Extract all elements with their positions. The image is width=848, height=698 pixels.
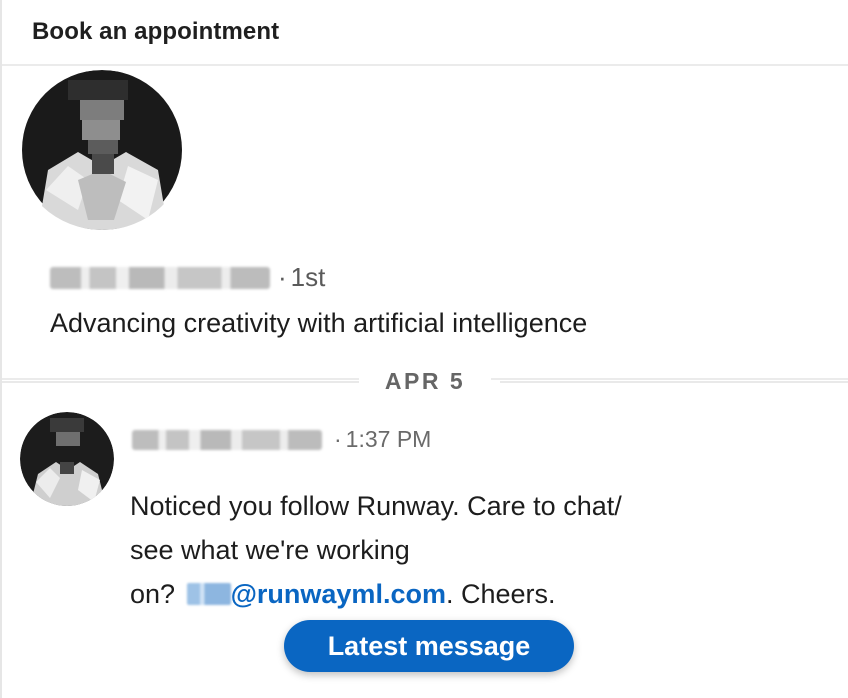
sender-avatar[interactable] — [20, 412, 114, 506]
divider-line-left — [2, 381, 362, 383]
message-meta: · 1:37 PM — [132, 426, 431, 453]
profile-name-redacted[interactable] — [50, 266, 270, 289]
thread-header: Book an appointment — [2, 0, 848, 66]
messaging-thread-panel: Book an appointment · 1st Advancing crea… — [0, 0, 848, 698]
sender-avatar-image — [20, 412, 114, 506]
latest-message-button[interactable]: Latest message — [284, 620, 574, 672]
message-text-suffix: . Cheers. — [445, 579, 556, 609]
divider-line-right — [500, 381, 848, 383]
profile-avatar[interactable] — [18, 70, 186, 230]
profile-name-row: · 1st — [50, 262, 325, 293]
date-label: APR 5 — [358, 367, 492, 395]
profile-avatar-image — [22, 70, 182, 230]
header-title[interactable]: Book an appointment — [32, 18, 279, 46]
sender-name-redacted[interactable] — [132, 429, 322, 450]
message-line-2: see what we're working — [130, 535, 410, 565]
connection-degree: 1st — [290, 262, 326, 292]
message-text-prefix: on? — [130, 579, 176, 609]
email-link[interactable]: @runwayml.com — [231, 579, 446, 609]
message-body: Noticed you follow Runway. Care to chat/… — [130, 484, 750, 616]
profile-headline: Advancing creativity with artificial int… — [50, 308, 588, 338]
separator-dot: · — [334, 426, 342, 452]
profile-card: · 1st Advancing creativity with artifici… — [2, 66, 848, 380]
message-time: 1:37 PM — [345, 426, 432, 452]
separator-dot: · — [278, 262, 287, 292]
message-line-1: Noticed you follow Runway. Care to chat/ — [130, 491, 622, 521]
message-line-3: on? @runwayml.com. Cheers. — [130, 572, 750, 616]
email-user-redacted — [186, 583, 231, 605]
date-divider: APR 5 — [2, 366, 848, 396]
